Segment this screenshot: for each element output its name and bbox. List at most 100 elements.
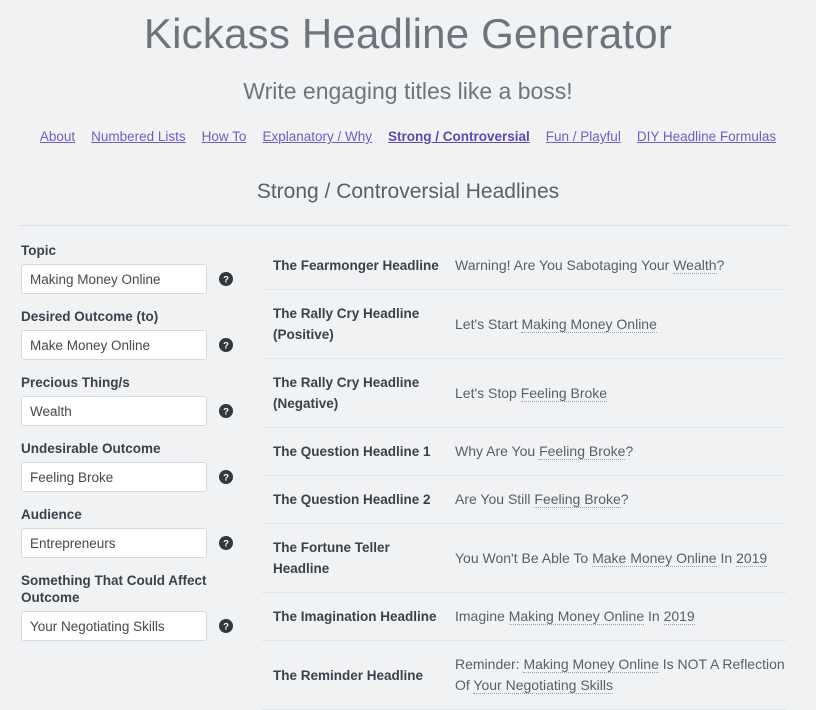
table-row: The Imagination Headline Imagine Making M… — [262, 593, 786, 641]
help-circle-icon[interactable]: ? — [219, 272, 233, 286]
nav-link-diy-headline-formulas[interactable]: DIY Headline Formulas — [637, 129, 776, 144]
help-circle-icon[interactable]: ? — [219, 404, 233, 418]
main-navigation: About Numbered Lists How To Explanatory / W… — [0, 106, 816, 146]
field-row-topic: ? — [21, 264, 262, 294]
field-topic: Topic? — [21, 242, 262, 294]
field-label-audience: Audience — [21, 507, 82, 522]
field-label-precious-thing: Precious Thing/s — [21, 375, 130, 390]
svg-text:?: ? — [223, 340, 229, 351]
headline-text[interactable]: Are You Still Feeling Broke? — [455, 476, 786, 524]
headline-static-text: Warning! Are You Sabotaging Your — [455, 257, 674, 273]
input-form: Topic?Desired Outcome (to)?Precious Thin… — [0, 242, 262, 655]
headline-variable: Feeling Broke — [534, 491, 621, 508]
input-topic[interactable] — [21, 264, 207, 294]
field-row-undesirable-outcome: ? — [21, 462, 262, 492]
headline-variable: Feeling Broke — [539, 443, 626, 460]
svg-text:?: ? — [223, 621, 229, 632]
headline-variable: Making Money Online — [508, 608, 645, 625]
field-label-topic: Topic — [21, 243, 56, 258]
nav-link-fun-playful[interactable]: Fun / Playful — [546, 129, 621, 144]
headline-text[interactable]: You Won't Be Able To Make Money Online I… — [455, 524, 786, 593]
headline-variable: Feeling Broke — [520, 384, 608, 402]
headline-results-table: The Fearmonger Headline Warning! Are You … — [262, 242, 786, 710]
headline-type-label: The Rally Cry Headline (Negative) — [273, 375, 420, 411]
svg-text:?: ? — [223, 406, 229, 417]
headline-static-text: In — [644, 608, 664, 624]
field-label-undesirable-outcome: Undesirable Outcome — [21, 441, 161, 456]
content-area: Topic?Desired Outcome (to)?Precious Thin… — [0, 226, 816, 710]
input-audience[interactable] — [21, 528, 207, 558]
field-desired-outcome: Desired Outcome (to)? — [21, 308, 262, 360]
headline-type-label: The Fearmonger Headline — [273, 258, 439, 273]
headline-static-text: ? — [716, 257, 725, 273]
field-undesirable-outcome: Undesirable Outcome? — [21, 440, 262, 492]
headline-variable: 2019 — [736, 549, 768, 567]
headline-variable: Making Money Online — [523, 656, 659, 673]
headline-static-text: ? — [625, 443, 634, 459]
nav-link-explanatory-why[interactable]: Explanatory / Why — [262, 129, 372, 144]
help-circle-icon[interactable]: ? — [219, 338, 233, 352]
headline-static-text: In — [716, 549, 737, 566]
field-affecting-factor: Something That Could Affect Outcome? — [21, 572, 262, 641]
headline-type-label: The Reminder Headline — [273, 667, 424, 683]
nav-link-how-to[interactable]: How To — [202, 129, 247, 144]
nav-link-about[interactable]: About — [40, 129, 75, 144]
page-tagline: Write engaging titles like a boss! — [243, 78, 573, 104]
headline-variable: Making Money Online — [521, 315, 657, 333]
field-precious-thing: Precious Thing/s? — [21, 374, 262, 426]
table-row: The Reminder Headline Reminder: Making Mo… — [262, 641, 786, 710]
results-panel: The Fearmonger Headline Warning! Are You … — [262, 242, 816, 710]
table-row: The Question Headline 1 Why Are You Feeli… — [262, 428, 786, 476]
page-root: Kickass Headline Generator Write engagin… — [0, 0, 816, 710]
headline-variable: 2019 — [663, 608, 695, 625]
headline-type-label: The Question Headline 2 — [273, 492, 431, 507]
field-audience: Audience? — [21, 506, 262, 558]
headline-variable: Make Money Online — [592, 549, 717, 567]
headline-type-label: The Question Headline 1 — [273, 444, 431, 459]
headline-text[interactable]: Warning! Are You Sabotaging Your Wealth? — [455, 242, 786, 290]
page-title: Kickass Headline Generator — [143, 10, 673, 57]
field-row-precious-thing: ? — [21, 396, 262, 426]
headline-static-text: Imagine — [455, 608, 509, 624]
table-row: The Question Headline 2 Are You Still Fee… — [262, 476, 786, 524]
input-affecting-factor[interactable] — [21, 611, 207, 641]
headline-static-text: Why Are You — [455, 443, 540, 459]
headline-variable: Wealth — [673, 257, 717, 274]
field-row-affecting-factor: ? — [21, 611, 262, 641]
table-row: The Rally Cry Headline (Positive) Let's S… — [262, 290, 786, 359]
nav-link-numbered-lists[interactable]: Numbered Lists — [91, 129, 186, 144]
headline-type-label: The Imagination Headline — [273, 609, 437, 624]
help-circle-icon[interactable]: ? — [219, 619, 233, 633]
headline-text[interactable]: Reminder: Making Money Online Is NOT A R… — [455, 641, 786, 710]
headline-text[interactable]: Let's Stop Feeling Broke — [455, 359, 786, 428]
svg-text:?: ? — [223, 274, 229, 285]
nav-link-strong-controversial[interactable]: Strong / Controversial — [388, 129, 530, 144]
field-row-desired-outcome: ? — [21, 330, 262, 360]
headline-type-label: The Fortune Teller Headline — [273, 540, 390, 576]
headline-static-text: Reminder: — [455, 656, 524, 672]
table-row: The Fearmonger Headline Warning! Are You … — [262, 242, 786, 290]
section-heading: Strong / Controversial Headlines — [256, 180, 560, 203]
input-undesirable-outcome[interactable] — [21, 462, 207, 492]
help-circle-icon[interactable]: ? — [219, 536, 233, 550]
headline-text[interactable]: Let's Start Making Money Online — [455, 290, 786, 359]
input-desired-outcome[interactable] — [21, 330, 207, 360]
table-row: The Fortune Teller Headline You Won't Be … — [262, 524, 786, 593]
help-circle-icon[interactable]: ? — [219, 470, 233, 484]
input-precious-thing[interactable] — [21, 396, 207, 426]
svg-text:?: ? — [223, 538, 229, 549]
field-label-desired-outcome: Desired Outcome (to) — [21, 309, 159, 324]
field-label-affecting-factor: Something That Could Affect Outcome — [21, 573, 207, 605]
headline-variable: Your Negotiating Skills — [473, 677, 613, 694]
headline-text[interactable]: Imagine Making Money Online In 2019 — [455, 593, 786, 641]
field-row-audience: ? — [21, 528, 262, 558]
headline-static-text: Let's Start — [455, 315, 522, 332]
headline-static-text: Are You Still — [455, 491, 535, 507]
table-row: The Rally Cry Headline (Negative) Let's S… — [262, 359, 786, 428]
headline-static-text: ? — [620, 491, 629, 507]
headline-text[interactable]: Why Are You Feeling Broke? — [455, 428, 786, 476]
headline-type-label: The Rally Cry Headline (Positive) — [273, 306, 420, 342]
svg-text:?: ? — [223, 472, 229, 483]
headline-static-text: Let's Stop — [455, 384, 521, 401]
headline-static-text: You Won't Be Able To — [455, 549, 593, 566]
